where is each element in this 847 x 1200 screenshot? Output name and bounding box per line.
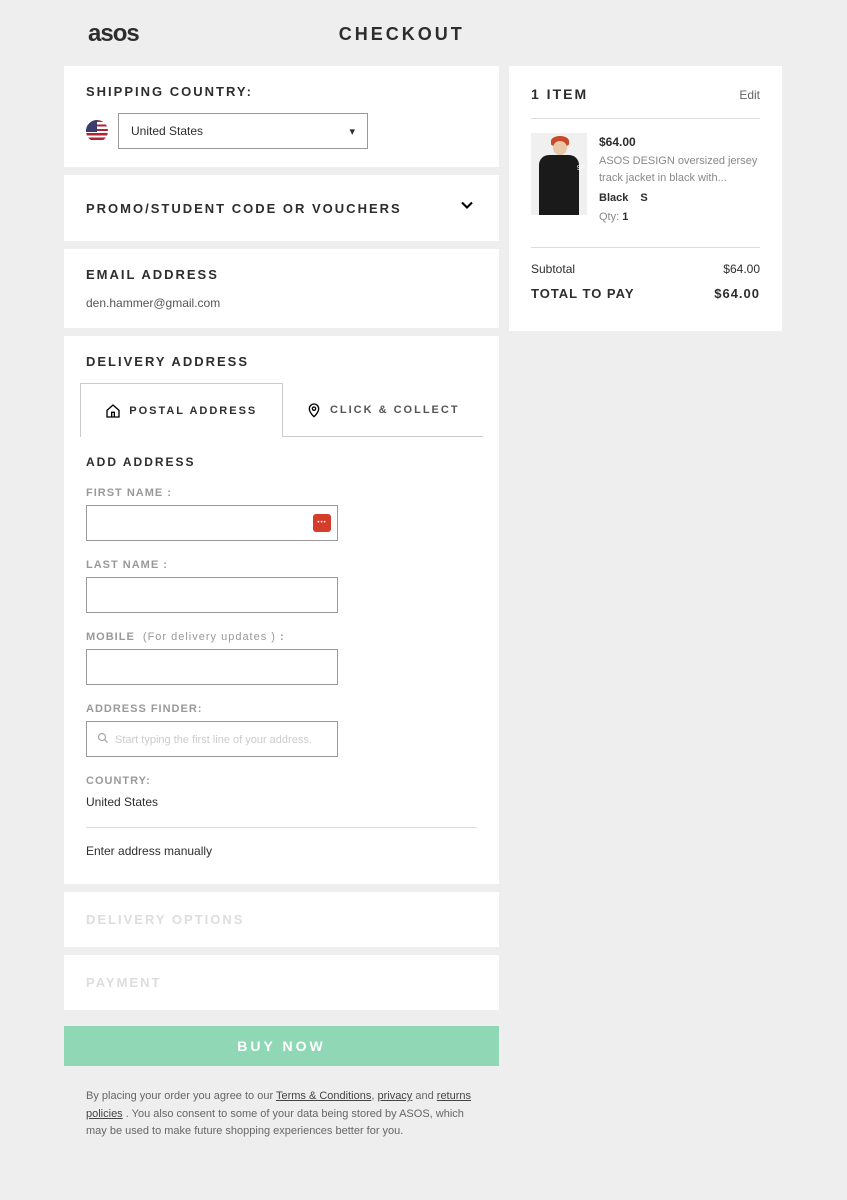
us-flag-icon [86,120,108,142]
last-name-label: LAST NAME : [86,559,477,571]
promo-card[interactable]: PROMO/STUDENT CODE OR VOUCHERS [64,175,499,241]
house-icon [105,403,121,419]
country-select[interactable]: United States ▾ [118,113,368,149]
subtotal-row: Subtotal $64.00 [531,262,760,276]
country-field-label: COUNTRY: [86,775,477,787]
cart-item: 9F $64.00 ASOS DESIGN oversized jersey t… [531,133,760,225]
password-manager-icon[interactable]: ••• [313,514,331,532]
search-icon [97,732,109,747]
address-finder-input[interactable] [115,732,327,746]
delivery-options-card: DELIVERY OPTIONS [64,892,499,947]
mobile-label: MOBILE (For delivery updates ) : [86,631,477,643]
item-variant: BlackS [599,190,760,207]
enter-address-manually-link[interactable]: Enter address manually [86,844,477,858]
shipping-country-card: SHIPPING COUNTRY: United States ▾ [64,66,499,167]
logo: asos [88,20,139,48]
tab-postal-address[interactable]: POSTAL ADDRESS [80,383,283,437]
divider [531,247,760,248]
total-to-pay-row: TOTAL TO PAY $64.00 [531,286,760,301]
tab-collect-label: CLICK & COLLECT [330,404,460,416]
address-finder-input-wrap [86,721,338,757]
payment-card: PAYMENT [64,955,499,1010]
item-qty: Qty: 1 [599,209,760,226]
header: asos CHECKOUT [0,0,847,66]
payment-title: PAYMENT [86,975,477,990]
address-finder-label: ADDRESS FINDER: [86,703,477,715]
divider [86,827,477,828]
tab-click-collect[interactable]: CLICK & COLLECT [283,383,484,437]
items-count-title: 1 ITEM [531,86,588,102]
buy-now-button[interactable]: BUY NOW [64,1026,499,1066]
terms-link[interactable]: Terms & Conditions [276,1090,371,1102]
first-name-input[interactable] [97,516,327,530]
delivery-title: DELIVERY ADDRESS [86,354,477,369]
promo-title: PROMO/STUDENT CODE OR VOUCHERS [86,201,402,216]
privacy-link[interactable]: privacy [377,1090,412,1102]
delivery-tabs: POSTAL ADDRESS CLICK & COLLECT [80,383,483,437]
mobile-input[interactable] [97,660,327,674]
tab-postal-label: POSTAL ADDRESS [129,405,257,417]
add-address-subtitle: ADD ADDRESS [86,455,477,469]
divider [531,118,760,119]
shipping-country-title: SHIPPING COUNTRY: [86,84,477,99]
email-value: den.hammer@gmail.com [86,296,477,310]
chevron-down-icon: ▾ [349,125,355,138]
item-description: ASOS DESIGN oversized jersey track jacke… [599,153,760,186]
edit-cart-link[interactable]: Edit [739,88,760,102]
first-name-input-wrap: ••• [86,505,338,541]
last-name-input-wrap [86,577,338,613]
country-field-value: United States [86,795,477,809]
mobile-input-wrap [86,649,338,685]
email-title: EMAIL ADDRESS [86,267,477,282]
country-select-value: United States [131,124,203,138]
chevron-down-icon [457,195,477,221]
item-thumbnail: 9F [531,133,587,215]
delivery-options-title: DELIVERY OPTIONS [86,912,477,927]
first-name-label: FIRST NAME : [86,487,477,499]
order-summary-card: 1 ITEM Edit 9F $64.00 ASOS DESIGN oversi… [509,66,782,331]
delivery-address-card: DELIVERY ADDRESS POSTAL ADDRESS CLICK & … [64,336,499,884]
pin-icon [306,402,322,418]
item-price: $64.00 [599,133,760,151]
page-title: CHECKOUT [339,24,465,45]
email-card: EMAIL ADDRESS den.hammer@gmail.com [64,249,499,328]
last-name-input[interactable] [97,588,327,602]
legal-text: By placing your order you agree to our T… [64,1074,499,1171]
